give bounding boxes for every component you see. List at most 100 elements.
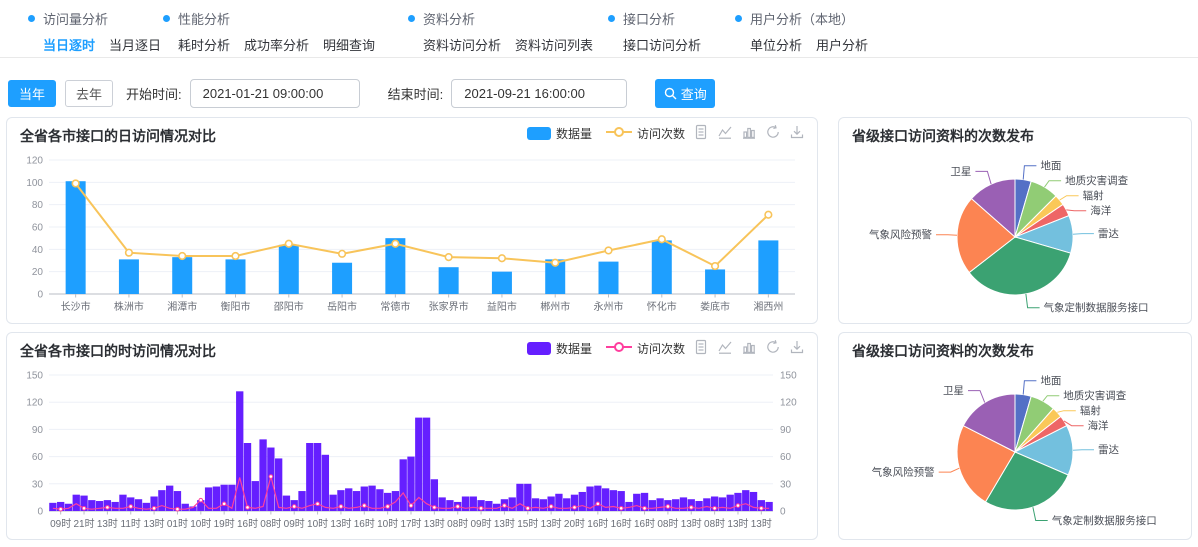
start-time-input[interactable] [190,79,360,108]
hourly-bar-line-chart: 0030306060909012012015015009时21时13时11时13… [15,363,811,535]
svg-text:16时: 16时 [587,518,608,530]
svg-text:13时: 13时 [424,518,445,530]
svg-text:150: 150 [26,371,43,382]
svg-text:湘西州: 湘西州 [753,300,783,313]
svg-text:16时: 16时 [237,518,258,530]
svg-text:08时: 08时 [447,518,468,530]
svg-text:16时: 16时 [354,518,375,530]
svg-text:21时: 21时 [73,518,94,530]
svg-text:娄底市: 娄底市 [700,300,730,313]
nav-item-4-0[interactable]: 单位分析 [750,35,802,54]
this-year-button[interactable]: 当年 [8,80,56,107]
svg-text:13时: 13时 [541,518,562,530]
svg-text:10时: 10时 [307,518,328,530]
line-legend-swatch [606,341,632,356]
download-button[interactable] [789,124,805,140]
nav-item-4-1[interactable]: 用户分析 [816,35,868,54]
nav-group-0: 访问量分析当日逐时当月逐日 [28,9,161,54]
legend-item-line[interactable]: 访问次数 [606,340,685,357]
nav-group-4-label: 用户分析（本地） [750,9,854,28]
svg-text:01时: 01时 [167,518,188,530]
svg-text:地质灾害调查: 地质灾害调查 [1063,389,1126,402]
nav-item-1-0[interactable]: 耗时分析 [178,35,230,54]
nav-bullet-icon [163,15,170,22]
nav-item-1-1[interactable]: 成功率分析 [244,35,309,54]
svg-text:11时: 11时 [121,518,141,530]
filter-bar: 当年 去年 开始时间: 结束时间: 查询 [8,78,1190,108]
svg-text:60: 60 [32,223,44,234]
last-year-button[interactable]: 去年 [65,80,113,107]
nav-divider [0,57,1198,58]
svg-text:120: 120 [780,398,797,409]
bar-chart-button[interactable] [741,124,757,140]
pie2-title: 省级接口访问资料的次数发布 [852,341,1034,361]
pie1-title: 省级接口访问资料的次数发布 [852,126,1034,146]
search-button[interactable]: 查询 [655,79,715,108]
daily-chart-title: 全省各市接口的日访问情况对比 [20,126,216,146]
svg-text:13时: 13时 [494,518,515,530]
end-time-input[interactable] [451,79,627,108]
province-pie-panel-2: 省级接口访问资料的次数发布 地面地质灾害调查辐射海洋雷达气象定制数据服务接口卫星… [838,332,1192,540]
nav-bullet-icon [608,15,615,22]
svg-text:0: 0 [37,507,43,518]
nav-group-4: 用户分析（本地） 单位分析用户分析 [735,9,868,54]
legend-bar-label: 数据量 [556,125,592,142]
svg-text:09时: 09时 [284,518,305,530]
nav-group-0-title: 访问量分析 [28,9,161,28]
svg-text:150: 150 [780,371,797,382]
svg-text:16时: 16时 [611,518,632,530]
svg-text:13时: 13时 [330,518,351,530]
svg-text:气象定制数据服务接口: 气象定制数据服务接口 [1044,301,1149,314]
svg-text:海洋: 海洋 [1088,419,1110,432]
data-view-icon [693,339,709,355]
bar-chart-button[interactable] [741,339,757,355]
svg-text:邵阳市: 邵阳市 [274,300,304,313]
svg-text:80: 80 [32,200,44,211]
svg-text:30: 30 [32,479,44,490]
legend-item-bar[interactable]: 数据量 [527,340,592,357]
bar-chart-icon [741,124,757,140]
nav-item-3-0[interactable]: 接口访问分析 [623,35,701,54]
dashboard-page: 访问量分析当日逐时当月逐日性能分析耗时分析成功率分析明细查询资料分析资料访问分析… [0,0,1198,547]
daily-bar-line-chart: 020406080100120长沙市株洲市湘潭市衡阳市邵阳市岳阳市常德市张家界市… [15,148,811,318]
svg-text:气象风险预警: 气象风险预警 [872,466,935,479]
nav-item-1-2[interactable]: 明细查询 [323,35,375,54]
svg-text:地面: 地面 [1040,374,1061,387]
svg-text:08时: 08时 [704,518,725,530]
svg-text:10时: 10时 [377,518,398,530]
svg-text:岳阳市: 岳阳市 [327,300,357,313]
download-icon [789,339,805,355]
svg-text:120: 120 [26,398,43,409]
nav-item-0-0[interactable]: 当日逐时 [43,35,95,54]
line-chart-button[interactable] [717,339,733,355]
restore-icon [765,339,781,355]
legend-item-bar[interactable]: 数据量 [527,125,592,142]
svg-text:17时: 17时 [400,518,421,530]
svg-text:0: 0 [37,290,43,301]
nav-item-2-0[interactable]: 资料访问分析 [423,35,501,54]
restore-button[interactable] [765,339,781,355]
svg-text:长沙市: 长沙市 [61,300,91,313]
nav-item-2-1[interactable]: 资料访问列表 [515,35,593,54]
data-view-button[interactable] [693,124,709,140]
svg-text:辐射: 辐射 [1080,404,1101,417]
download-button[interactable] [789,339,805,355]
svg-text:辐射: 辐射 [1083,189,1104,202]
line-chart-button[interactable] [717,124,733,140]
start-time-label: 开始时间: [126,84,182,103]
svg-text:19时: 19时 [214,518,235,530]
bar-legend-swatch [527,342,551,355]
svg-text:株洲市: 株洲市 [114,300,144,313]
restore-button[interactable] [765,124,781,140]
province-pie-chart-2: 地面地质灾害调查辐射海洋雷达气象定制数据服务接口卫星气象风险预警 [847,363,1191,535]
svg-text:卫星: 卫星 [950,166,971,178]
svg-text:衡阳市: 衡阳市 [221,300,251,313]
bar-chart-icon [741,339,757,355]
line-legend-swatch [606,126,632,141]
search-button-label: 查询 [681,84,707,103]
nav-item-0-1[interactable]: 当月逐日 [109,35,161,54]
nav-group-2: 资料分析资料访问分析资料访问列表 [408,9,593,54]
line-chart-icon [717,339,733,355]
legend-item-line[interactable]: 访问次数 [606,125,685,142]
data-view-button[interactable] [693,339,709,355]
